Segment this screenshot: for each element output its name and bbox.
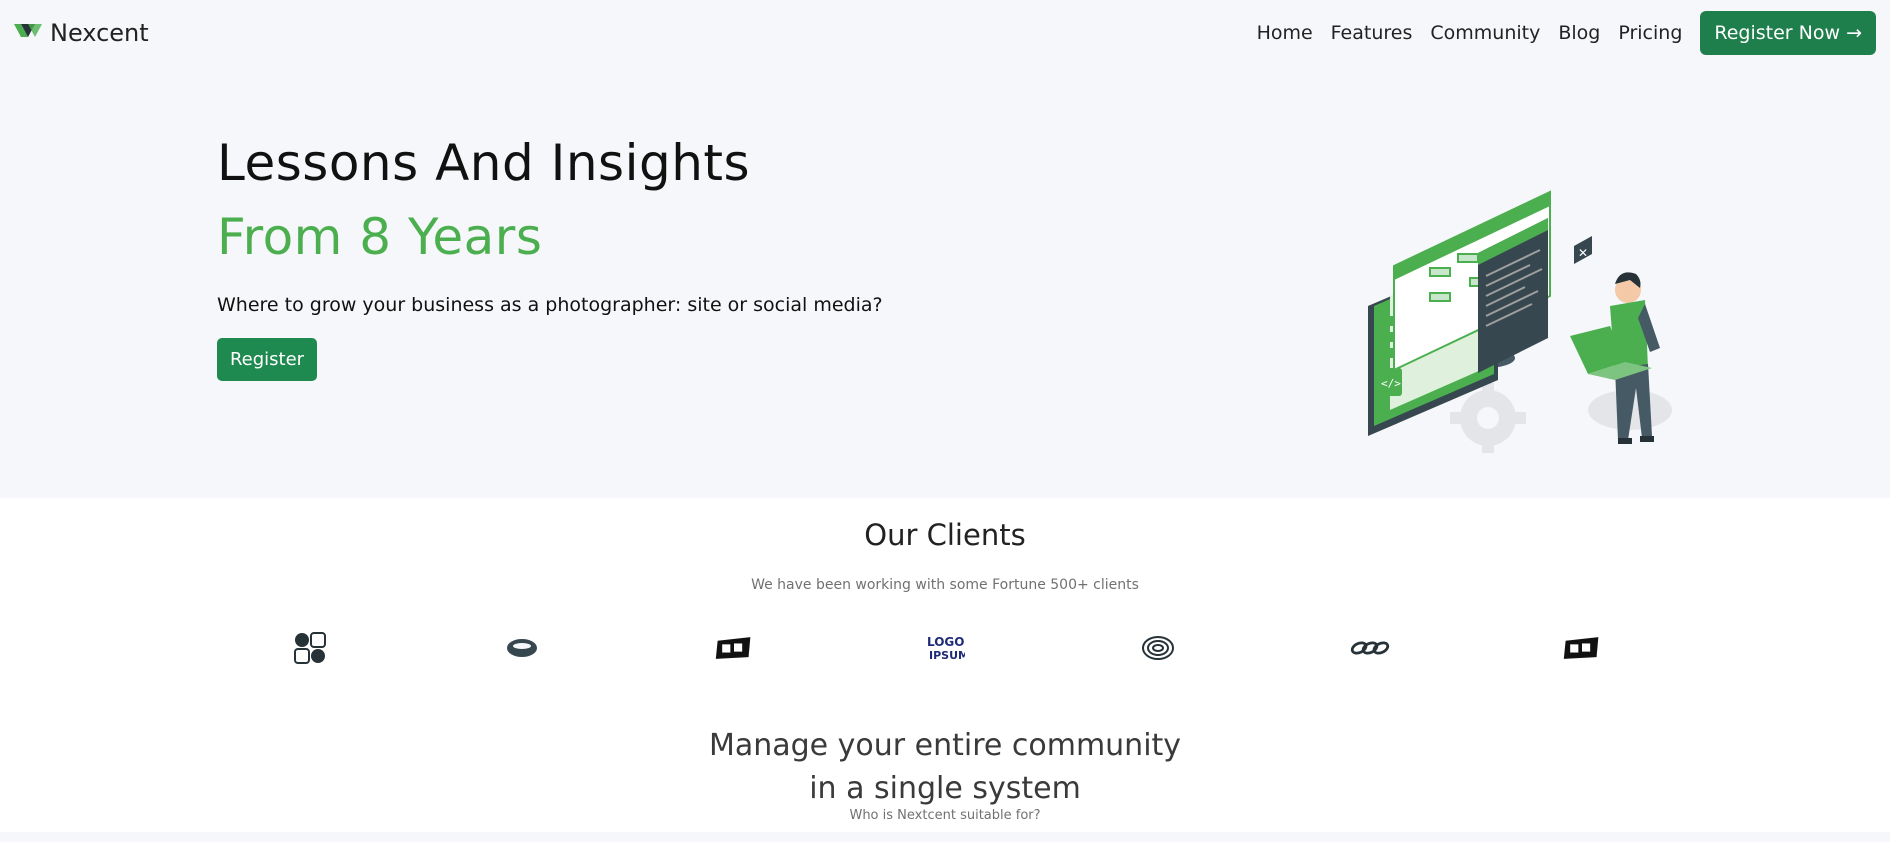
- nav-link-pricing[interactable]: Pricing: [1618, 22, 1682, 44]
- next-section-edge: [0, 832, 1890, 842]
- svg-text:IPSUM: IPSUM: [929, 649, 965, 662]
- client-logo-5-icon: [1138, 628, 1178, 668]
- brand-name: Nexcent: [50, 19, 149, 47]
- register-button[interactable]: Register: [217, 338, 317, 381]
- community-subtitle: Who is Nextcent suitable for?: [849, 808, 1041, 823]
- client-logo-1-icon: [290, 628, 330, 668]
- hero-illustration: </> ✕: [1360, 118, 1690, 458]
- nav-link-blog[interactable]: Blog: [1558, 22, 1600, 44]
- nav-link-community[interactable]: Community: [1430, 22, 1540, 44]
- nav-link-home[interactable]: Home: [1257, 22, 1313, 44]
- clients-title: Our Clients: [864, 518, 1026, 552]
- hero-section: Lessons And Insights From 8 Years Where …: [0, 66, 1890, 498]
- hero-title: Lessons And Insights: [217, 134, 751, 192]
- svg-text:LOGO: LOGO: [927, 635, 964, 649]
- nav-links: Home Features Community Blog Pricing Reg…: [1239, 11, 1876, 55]
- svg-text:</>: </>: [1381, 377, 1401, 390]
- client-logo-6-icon: [1350, 628, 1390, 668]
- client-logo-2-icon: [502, 628, 542, 668]
- brand[interactable]: Nexcent: [14, 19, 149, 47]
- register-now-button[interactable]: Register Now →: [1700, 11, 1876, 55]
- hero-title-accent: From 8 Years: [217, 208, 543, 266]
- community-title: Manage your entire community in a single…: [0, 724, 1890, 810]
- client-logo-7-icon: [1562, 628, 1602, 668]
- clients-subtitle: We have been working with some Fortune 5…: [751, 577, 1139, 593]
- community-title-line1: Manage your entire community: [708, 728, 1182, 763]
- client-logo-4-icon: LOGO IPSUM: [925, 628, 965, 668]
- navbar: Nexcent Home Features Community Blog Pri…: [0, 0, 1890, 66]
- brand-logo-icon: [14, 20, 42, 47]
- nav-link-features[interactable]: Features: [1331, 22, 1413, 44]
- community-title-line2: in a single system: [809, 771, 1081, 806]
- svg-text:✕: ✕: [1578, 246, 1588, 260]
- hero-subtitle: Where to grow your business as a photogr…: [217, 294, 883, 316]
- client-logo-3-icon: [714, 628, 754, 668]
